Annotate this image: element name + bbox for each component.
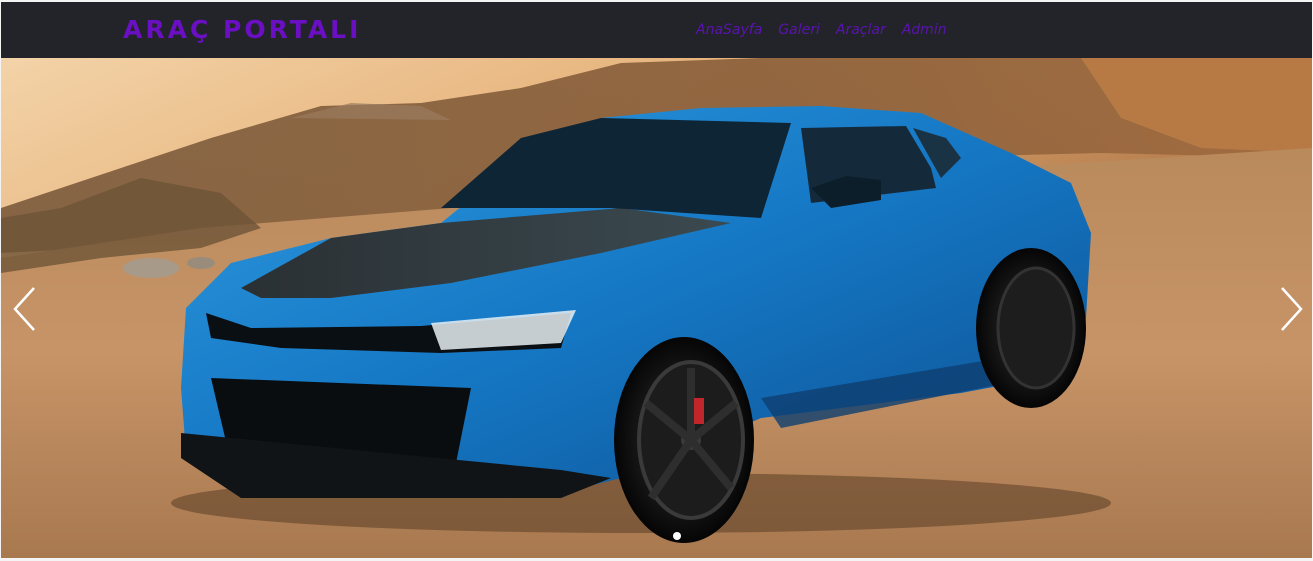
nav-link-galeri[interactable]: Galeri bbox=[778, 20, 820, 40]
nav-link-admin[interactable]: Admin bbox=[902, 20, 947, 40]
navbar: ARAÇ PORTALI AnaSayfa Galeri Araçlar Adm… bbox=[1, 2, 1312, 58]
carousel-slide-image bbox=[1, 58, 1312, 558]
brand-logo[interactable]: ARAÇ PORTALI bbox=[123, 12, 361, 48]
carousel-next-button[interactable] bbox=[1276, 284, 1306, 334]
main-nav: AnaSayfa Galeri Araçlar Admin bbox=[696, 20, 947, 40]
chevron-right-icon bbox=[1281, 287, 1303, 331]
chevron-left-icon bbox=[13, 287, 35, 331]
carousel-indicators bbox=[673, 532, 681, 540]
carousel-indicator[interactable] bbox=[673, 532, 681, 540]
carousel-prev-button[interactable] bbox=[10, 284, 40, 334]
hero-carousel bbox=[1, 58, 1312, 558]
nav-link-araclar[interactable]: Araçlar bbox=[836, 20, 886, 40]
nav-link-anasayfa[interactable]: AnaSayfa bbox=[696, 20, 762, 40]
page-frame: ARAÇ PORTALI AnaSayfa Galeri Araçlar Adm… bbox=[1, 2, 1312, 558]
